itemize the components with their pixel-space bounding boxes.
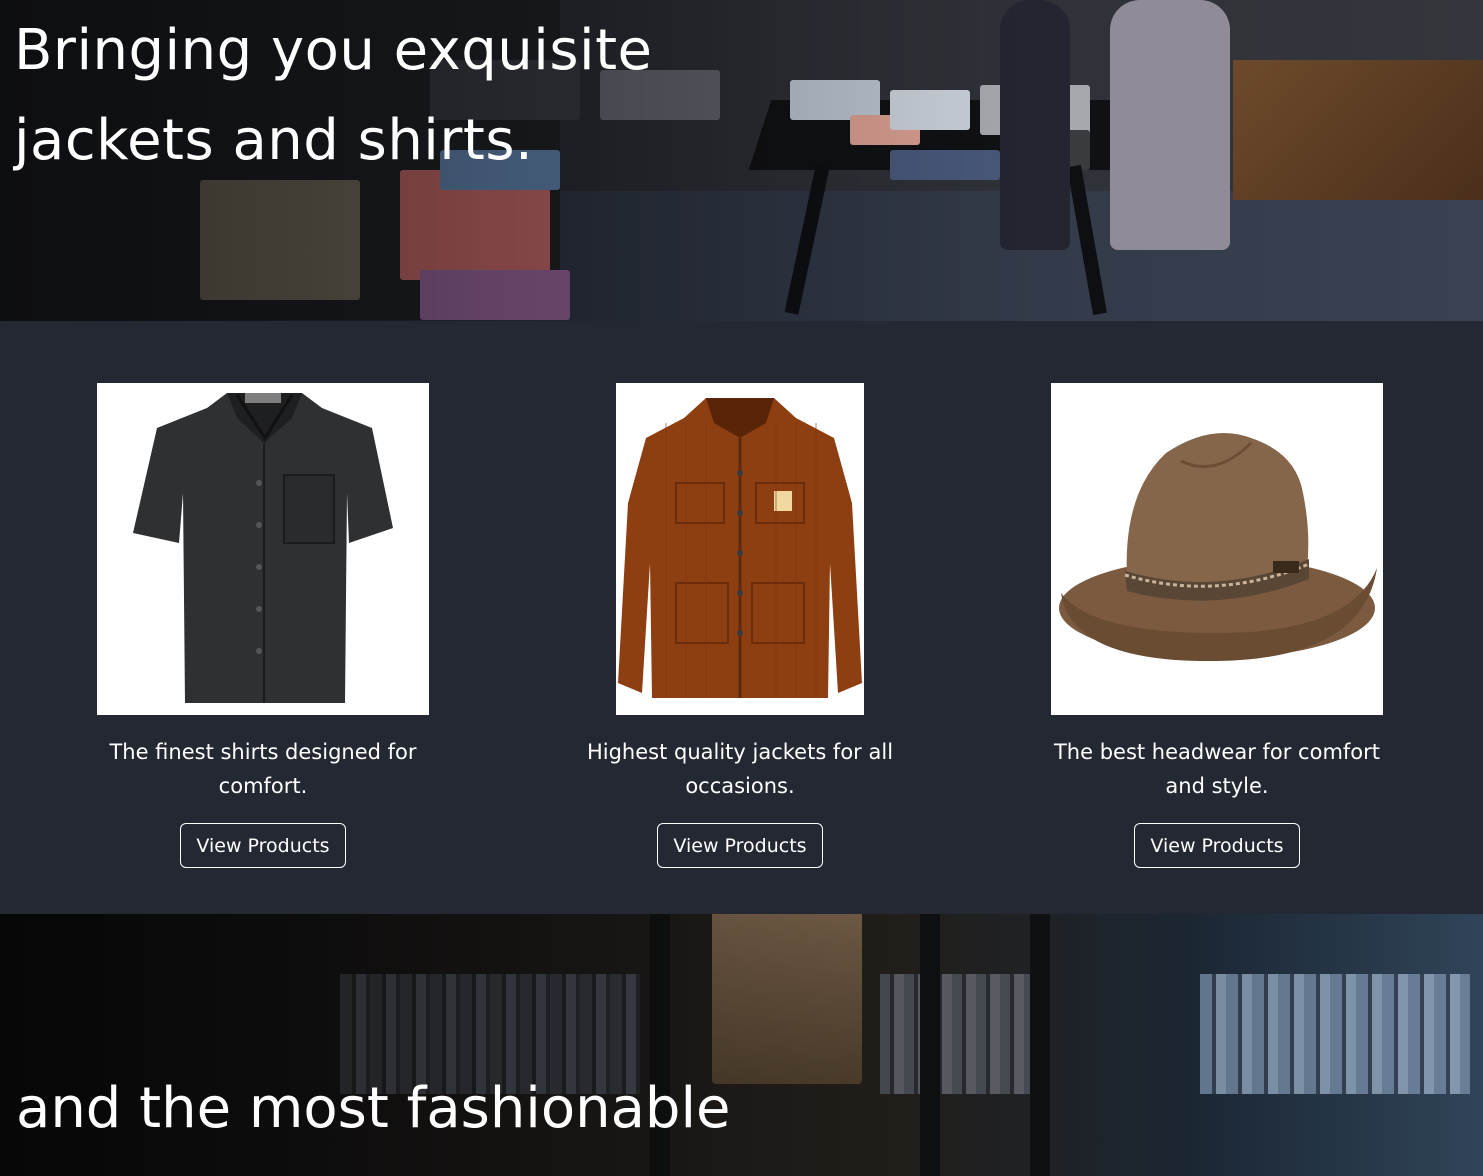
product-card-headwear: The best headwear for comfort and style.… [987,383,1447,868]
black-shirt-icon [133,393,393,703]
hero-headline: Bringing you exquisite jackets and shirt… [14,6,654,186]
hat-image [1051,383,1383,715]
shirt-image [97,383,429,715]
hero-headline-line2: jackets and shirts. [14,108,534,173]
jacket-image [616,383,864,715]
hero-headline-line1: Bringing you exquisite [14,18,653,83]
hero-bottom-banner: and the most fashionable [0,914,1483,1176]
hero-bottom-headline: and the most fashionable [16,1076,731,1141]
product-card-jackets: Highest quality jackets for all occasion… [510,383,970,868]
product-caption: The finest shirts designed for comfort. [109,740,417,798]
product-caption: Highest quality jackets for all occasion… [586,740,894,798]
view-products-button-headwear[interactable]: View Products [1134,823,1300,868]
product-caption: The best headwear for comfort and style. [1053,740,1381,798]
product-card-shirts: The finest shirts designed for comfort. … [33,383,493,868]
products-section: The finest shirts designed for comfort. … [0,321,1483,914]
brown-jacket-icon [618,398,862,698]
brown-hat-icon [1059,433,1377,662]
view-products-button-shirts[interactable]: View Products [180,823,346,868]
view-products-button-jackets[interactable]: View Products [657,823,823,868]
hero-top-banner: Bringing you exquisite jackets and shirt… [0,0,1483,321]
